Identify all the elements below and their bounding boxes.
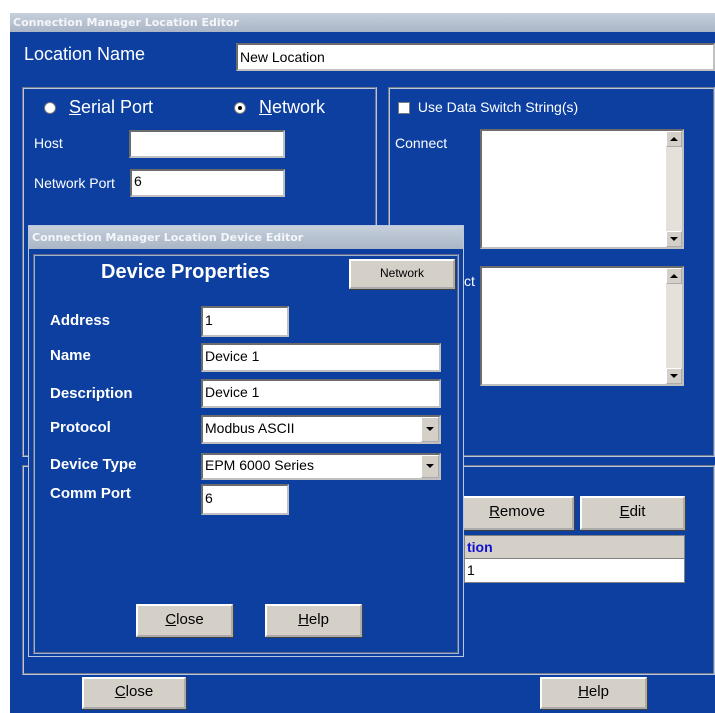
disconnect-textarea[interactable] — [480, 266, 684, 386]
device-editor-dialog: Connection Manager Location Device Edito… — [28, 225, 464, 657]
help-button[interactable]: Help — [540, 677, 647, 709]
location-name-input[interactable]: New Location — [236, 43, 715, 71]
use-data-switch-checkbox[interactable] — [398, 102, 410, 115]
protocol-selected: Modbus ASCII — [205, 420, 295, 436]
device-table[interactable]: tion 1 — [464, 535, 685, 583]
dialog-help-button[interactable]: Help — [265, 604, 362, 637]
window-title: Connection Manager Location Editor — [13, 16, 239, 29]
device-type-select[interactable]: EPM 6000 Series — [201, 453, 441, 480]
comm-port-label: Comm Port — [50, 485, 131, 502]
network-port-label: Network Port — [34, 175, 115, 191]
scroll-up-icon[interactable] — [666, 268, 682, 284]
device-type-dropdown-icon[interactable] — [421, 455, 439, 478]
description-input[interactable]: Device 1 — [201, 379, 441, 408]
table-column-header[interactable]: tion — [465, 536, 684, 559]
window-titlebar[interactable]: Connection Manager Location Editor — [10, 13, 715, 32]
scroll-down-icon[interactable] — [666, 231, 682, 247]
close-button[interactable]: Close — [82, 677, 186, 709]
dialog-title: Connection Manager Location Device Edito… — [32, 231, 304, 244]
dialog-titlebar[interactable]: Connection Manager Location Device Edito… — [29, 226, 463, 249]
device-type-selected: EPM 6000 Series — [205, 457, 314, 473]
host-label: Host — [34, 135, 63, 151]
connect-textarea[interactable] — [480, 129, 684, 249]
network-option[interactable]: Network — [234, 97, 325, 118]
name-input[interactable]: Device 1 — [201, 343, 441, 372]
edit-button[interactable]: Edit — [580, 496, 685, 530]
scroll-up-icon[interactable] — [666, 131, 682, 147]
serial-port-option[interactable]: Serial Port — [44, 97, 153, 118]
network-port-input[interactable]: 6 — [130, 169, 285, 197]
location-name-label: Location Name — [24, 44, 146, 64]
protocol-dropdown-icon[interactable] — [421, 417, 439, 442]
comm-port-input[interactable]: 6 — [201, 484, 289, 515]
use-data-switch-option[interactable]: Use Data Switch String(s) — [398, 99, 578, 115]
device-type-label: Device Type — [50, 456, 137, 473]
protocol-select[interactable]: Modbus ASCII — [201, 415, 441, 444]
device-properties-heading: Device Properties — [101, 261, 270, 283]
remove-button[interactable]: Remove — [460, 496, 574, 530]
use-data-switch-label: Use Data Switch String(s) — [417, 99, 579, 115]
description-label: Description — [50, 385, 133, 402]
disconnect-scrollbar[interactable] — [666, 268, 682, 384]
serial-port-radio[interactable] — [44, 102, 56, 115]
disconnect-label: ct — [464, 273, 475, 289]
dialog-close-button[interactable]: Close — [136, 604, 233, 637]
name-label: Name — [50, 347, 91, 364]
network-radio[interactable] — [234, 102, 246, 115]
address-input[interactable]: 1 — [201, 306, 289, 337]
address-label: Address — [50, 312, 111, 329]
host-input[interactable] — [129, 130, 285, 158]
table-row[interactable]: 1 — [465, 559, 684, 581]
connect-scrollbar[interactable] — [666, 131, 682, 247]
scroll-down-icon[interactable] — [666, 368, 682, 384]
protocol-label: Protocol — [50, 419, 111, 436]
connect-label: Connect — [395, 135, 448, 151]
network-label: Network — [259, 97, 326, 117]
serial-port-label: Serial Port — [69, 97, 154, 117]
network-mode-button[interactable]: Network — [349, 259, 455, 289]
